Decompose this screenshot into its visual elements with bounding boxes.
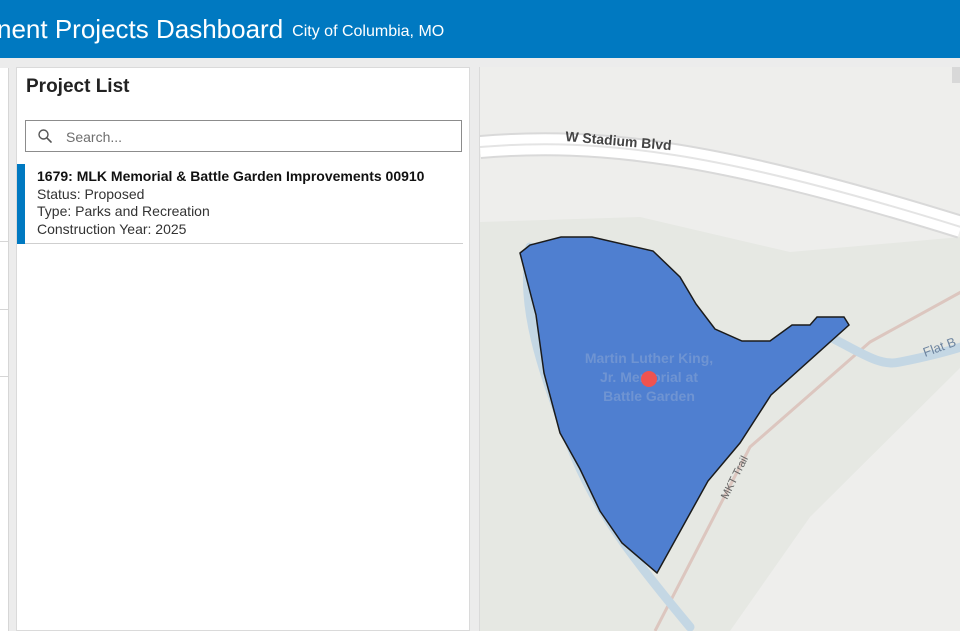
app-title: nent Projects Dashboard: [0, 13, 284, 44]
project-status: Status: Proposed: [37, 185, 145, 202]
project-marker[interactable]: [641, 371, 657, 387]
left-panel-divider: [0, 309, 8, 310]
search-input[interactable]: [64, 125, 448, 149]
project-list-title: Project List: [26, 76, 130, 97]
search-box[interactable]: [25, 120, 462, 152]
map-view[interactable]: W Stadium Blvd MKT Trail Flat B Martin L…: [479, 67, 960, 631]
project-list-item[interactable]: 1679: MLK Memorial & Battle Garden Impro…: [17, 164, 463, 244]
map-scrollbar[interactable]: [952, 67, 960, 83]
search-icon: [38, 129, 52, 143]
park-label-line3: Battle Garden: [603, 388, 695, 404]
selected-indicator: [17, 164, 25, 244]
project-list-panel: Project List 1679: MLK Memorial & Battle…: [16, 67, 470, 631]
project-year: Construction Year: 2025: [37, 220, 187, 237]
park-label-line1: Martin Luther King,: [585, 350, 713, 366]
app-subtitle: City of Columbia, MO: [292, 23, 445, 40]
app-header: nent Projects Dashboard City of Columbia…: [0, 0, 960, 58]
project-type: Type: Parks and Recreation: [37, 203, 210, 219]
left-side-panel: [0, 68, 9, 631]
left-panel-divider: [0, 376, 8, 377]
left-panel-divider: [0, 241, 8, 242]
project-name: 1679: MLK Memorial & Battle Garden Impro…: [37, 168, 425, 184]
